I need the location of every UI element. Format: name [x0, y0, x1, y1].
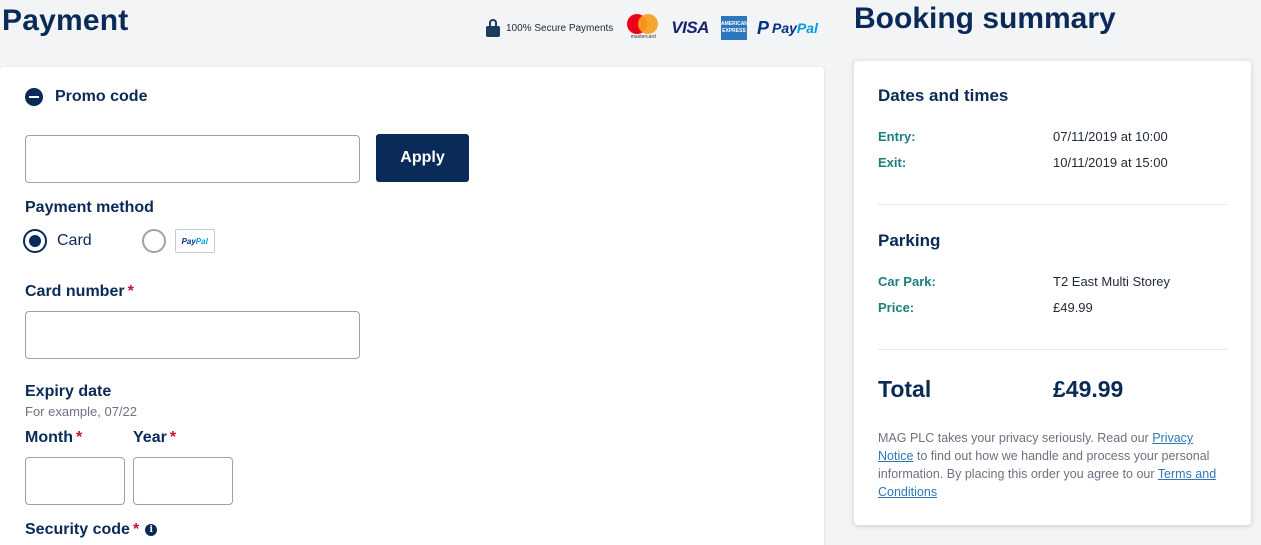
paypal-logo-pal: Pal — [796, 20, 818, 36]
promo-code-input[interactable] — [25, 135, 360, 183]
expiry-month-input[interactable] — [25, 457, 125, 505]
card-number-input[interactable] — [25, 311, 360, 359]
entry-label: Entry: — [878, 129, 916, 144]
visa-logo: VISA — [671, 18, 709, 37]
paypal-chip-pal: Pal — [195, 236, 208, 246]
minus-circle-icon[interactable] — [25, 88, 43, 106]
month-label-text: Month — [25, 429, 73, 446]
apply-button[interactable]: Apply — [376, 134, 469, 182]
mastercard-label: mastercard — [630, 34, 656, 40]
mastercard-logo: mastercard — [625, 14, 661, 42]
security-code-label: Security code * i — [25, 521, 158, 539]
paypal-option-logo[interactable]: Pay Pal — [174, 229, 215, 253]
car-park-label: Car Park: — [878, 274, 936, 289]
dates-times-heading: Dates and times — [878, 86, 1009, 105]
lock-icon — [486, 19, 500, 37]
entry-value: 07/11/2019 at 10:00 — [1053, 129, 1168, 144]
required-mark: * — [75, 429, 83, 446]
card-number-label-text: Card number — [25, 283, 125, 300]
summary-divider — [878, 349, 1227, 350]
secure-payments-bar: 100% Secure Payments mastercard VISA AME… — [486, 14, 818, 42]
summary-divider — [878, 204, 1227, 205]
exit-label: Exit: — [878, 155, 907, 170]
total-value: £49.99 — [1053, 376, 1124, 402]
card-option-label[interactable]: Card — [57, 232, 92, 250]
paypal-chip-pay: Pay — [181, 236, 196, 246]
price-value: £49.99 — [1053, 300, 1093, 315]
exit-value: 10/11/2019 at 15:00 — [1053, 155, 1168, 170]
amex-logo: AMERICAN EXPRESS — [720, 16, 748, 40]
paypal-mark-icon: P — [756, 17, 769, 38]
price-label: Price: — [878, 300, 915, 315]
promo-code-label: Promo code — [55, 88, 148, 105]
booking-summary-title: Booking summary — [854, 2, 1116, 35]
privacy-text-1: MAG PLC takes your privacy seriously. Re… — [878, 431, 1153, 445]
year-label: Year * — [133, 429, 176, 447]
card-radio[interactable] — [23, 229, 47, 253]
month-label: Month * — [25, 429, 82, 447]
card-number-label: Card number * — [25, 283, 134, 301]
paypal-logo: P Pay Pal — [757, 18, 818, 39]
security-code-label-text: Security code — [25, 521, 130, 538]
required-mark: * — [132, 521, 140, 538]
car-park-value: T2 East Multi Storey — [1053, 274, 1171, 289]
paypal-radio[interactable] — [141, 229, 166, 253]
expiry-date-label: Expiry date — [25, 383, 112, 400]
payment-title: Payment — [2, 4, 129, 37]
required-mark: * — [169, 429, 177, 446]
privacy-notice-text: MAG PLC takes your privacy seriously. Re… — [878, 429, 1223, 501]
info-icon[interactable]: i — [145, 524, 158, 536]
payment-method-options: Card Pay Pal — [23, 229, 215, 253]
year-label-text: Year — [133, 429, 167, 446]
total-label: Total — [878, 376, 932, 402]
secure-payments-text: 100% Secure Payments — [506, 22, 614, 34]
expiry-hint: For example, 07/22 — [25, 404, 138, 419]
required-mark: * — [127, 283, 134, 300]
paypal-logo-pay: Pay — [771, 20, 797, 36]
parking-heading: Parking — [878, 231, 941, 250]
promo-code-toggle[interactable]: Promo code — [25, 88, 147, 106]
payment-method-label: Payment method — [25, 199, 154, 216]
expiry-year-input[interactable] — [133, 457, 233, 505]
